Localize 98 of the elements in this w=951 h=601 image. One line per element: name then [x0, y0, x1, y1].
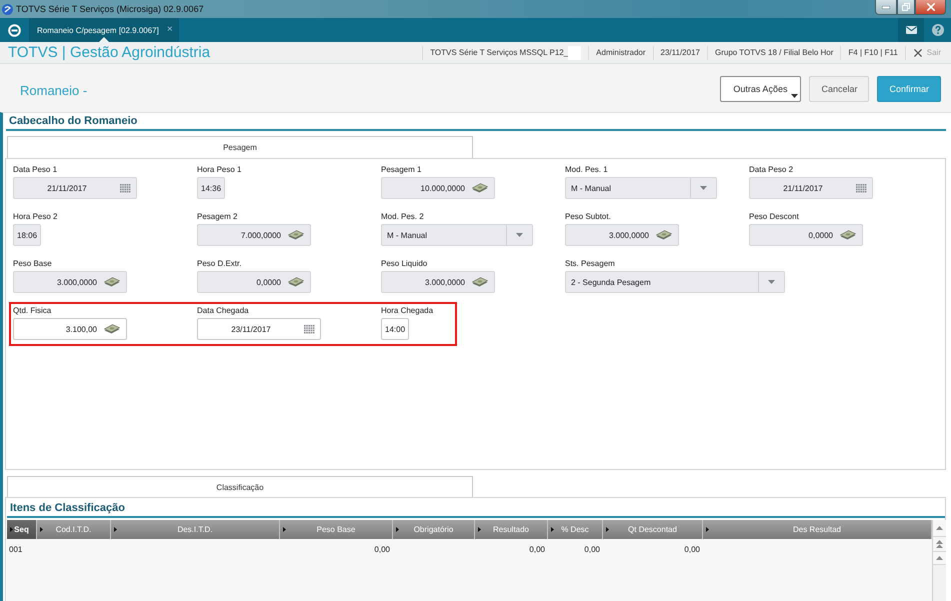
- dropdown-field[interactable]: M - Manual: [381, 224, 533, 246]
- field-label: Peso Descont: [749, 211, 800, 222]
- cancel-button[interactable]: Cancelar: [809, 76, 870, 102]
- header-info: 23/11/2017: [660, 48, 700, 57]
- header-info: Administrador: [596, 48, 646, 57]
- banknote-icon: [656, 230, 672, 240]
- scroll-top-button[interactable]: [933, 520, 946, 537]
- menu-button[interactable]: Outras Ações: [720, 76, 802, 102]
- caret-right-icon: [606, 527, 609, 532]
- dropdown-field[interactable]: M - Manual: [565, 177, 717, 199]
- column-header[interactable]: Seq: [7, 520, 37, 539]
- field-label: Data Peso 2: [749, 164, 794, 175]
- app-title: TOTVS | Gestão Agroindústria: [7, 44, 210, 61]
- banknote-icon: [840, 230, 856, 240]
- restore-button[interactable]: [897, 0, 915, 15]
- help-icon: [932, 24, 944, 36]
- field-label: Sts. Pesagem: [565, 258, 616, 269]
- table-cell-text: 0,00: [373, 544, 391, 554]
- table-cell-text: 0,00: [583, 544, 601, 554]
- caret-up-icon: [936, 526, 943, 530]
- number-field[interactable]: 3.000,0000: [13, 271, 127, 293]
- mail-button[interactable]: [898, 18, 924, 42]
- field-label: Data Peso 1: [13, 164, 58, 175]
- app-tab[interactable]: Romaneio C/pesagem [02.9.0067] ×: [29, 18, 179, 42]
- header-info: Grupo TOTVS 18 / Filial Belo Hor: [714, 48, 834, 57]
- caret-right-icon: [114, 527, 117, 532]
- caret-right-icon: [10, 527, 13, 532]
- table-cell-text: 0,00: [683, 544, 701, 554]
- time-field[interactable]: 18:06: [13, 224, 41, 246]
- minimize-icon: [882, 6, 890, 8]
- table-cell-text: 001: [8, 544, 24, 554]
- time-field[interactable]: 14:36: [197, 177, 225, 199]
- app-icon: [2, 4, 13, 14]
- field-label: Mod. Pes. 1: [565, 164, 609, 175]
- time-field[interactable]: 14:00: [381, 318, 409, 340]
- close-icon: [914, 48, 922, 56]
- banknote-icon: [472, 277, 488, 287]
- date-field[interactable]: 21/11/2017: [749, 177, 873, 199]
- tab[interactable]: Classificação: [7, 476, 473, 497]
- caret-right-icon: [396, 527, 399, 532]
- section-title: Itens de Classificação: [10, 502, 125, 514]
- banknote-icon: [104, 277, 120, 287]
- close-button[interactable]: [915, 0, 946, 15]
- banknote-icon: [104, 324, 120, 334]
- section-title: Cabecalho do Romaneio: [9, 115, 138, 127]
- number-field[interactable]: 0,0000: [749, 224, 863, 246]
- field-label: Peso Liquido: [381, 258, 428, 269]
- tab-close-button[interactable]: ×: [166, 25, 173, 35]
- page-up-button[interactable]: [933, 537, 946, 552]
- banknote-icon: [472, 183, 488, 193]
- caret-right-icon: [551, 527, 554, 532]
- field-label: Mod. Pes. 2: [381, 211, 425, 222]
- header-info: F4 | F10 | F11: [848, 48, 898, 57]
- field-label: Peso Base: [13, 258, 53, 269]
- double-caret-up-icon: [936, 540, 943, 548]
- restore-icon: [902, 3, 910, 11]
- number-field[interactable]: 10.000,0000: [381, 177, 495, 199]
- caret-down-icon: [791, 94, 798, 98]
- caret-down-icon: [516, 233, 523, 237]
- calendar-icon: [856, 184, 867, 192]
- header-info: TOTVS Série T Serviços MSSQL P12_: [430, 48, 568, 57]
- field-label: Peso Subtot.: [565, 211, 612, 222]
- number-field[interactable]: 3.000,0000: [381, 271, 495, 293]
- number-field[interactable]: 3.100,00: [13, 318, 127, 340]
- field-label: Hora Peso 2: [13, 211, 58, 222]
- field-label: Pesagem 2: [197, 211, 238, 222]
- field-label: Data Chegada: [197, 305, 250, 316]
- caret-down-icon: [768, 280, 775, 284]
- calendar-icon: [304, 324, 315, 334]
- field-label: Pesagem 1: [381, 164, 422, 175]
- banknote-icon: [288, 277, 304, 287]
- banknote-icon: [288, 230, 304, 240]
- tab[interactable]: Pesagem: [7, 136, 473, 158]
- minimize-button[interactable]: [875, 0, 897, 15]
- field-label: Hora Chegada: [381, 305, 434, 316]
- page-title: Romaneio -: [20, 82, 88, 98]
- scroll-up-button[interactable]: [933, 552, 946, 565]
- dropdown-field[interactable]: 2 - Segunda Pesagem: [565, 271, 785, 293]
- caret-right-icon: [706, 527, 709, 532]
- field-label: Qtd. Fisica: [13, 305, 52, 316]
- number-field[interactable]: 3.000,0000: [565, 224, 679, 246]
- caret-up-icon: [936, 556, 943, 560]
- ring-icon: [8, 24, 21, 36]
- number-field[interactable]: 7.000,0000: [197, 224, 311, 246]
- mail-icon: [906, 26, 916, 34]
- close-icon: [926, 3, 934, 11]
- window-title: TOTVS Série T Serviços (Microsiga) 02.9.0067: [16, 4, 204, 14]
- field-label: Hora Peso 1: [197, 164, 242, 175]
- date-field[interactable]: 23/11/2017: [197, 318, 321, 340]
- caret-right-icon: [478, 527, 481, 532]
- caret-right-icon: [40, 527, 43, 532]
- date-field[interactable]: 21/11/2017: [13, 177, 137, 199]
- caret-right-icon: [283, 527, 286, 532]
- number-field[interactable]: 0,0000: [197, 271, 311, 293]
- calendar-icon: [120, 184, 131, 192]
- table-cell-text: 0,00: [528, 544, 546, 554]
- field-label: Peso D.Extr.: [197, 258, 242, 269]
- caret-down-icon: [700, 186, 707, 190]
